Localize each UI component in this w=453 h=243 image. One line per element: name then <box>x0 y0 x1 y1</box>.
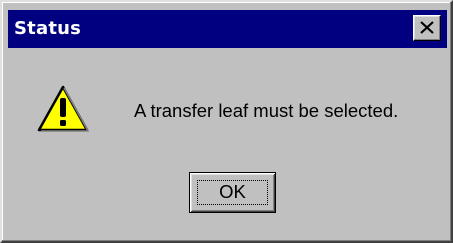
dialog-message: A transfer leaf must be selected. <box>134 100 399 121</box>
title-bar[interactable]: Status <box>8 10 447 48</box>
ok-button-label: OK <box>219 181 246 202</box>
ok-button[interactable]: OK <box>189 172 276 213</box>
close-icon <box>420 21 434 34</box>
warning-icon <box>37 85 90 132</box>
dialog-title: Status <box>14 18 82 39</box>
close-button[interactable] <box>413 15 441 41</box>
status-dialog: Status A transfer leaf must be selected.… <box>0 0 453 243</box>
